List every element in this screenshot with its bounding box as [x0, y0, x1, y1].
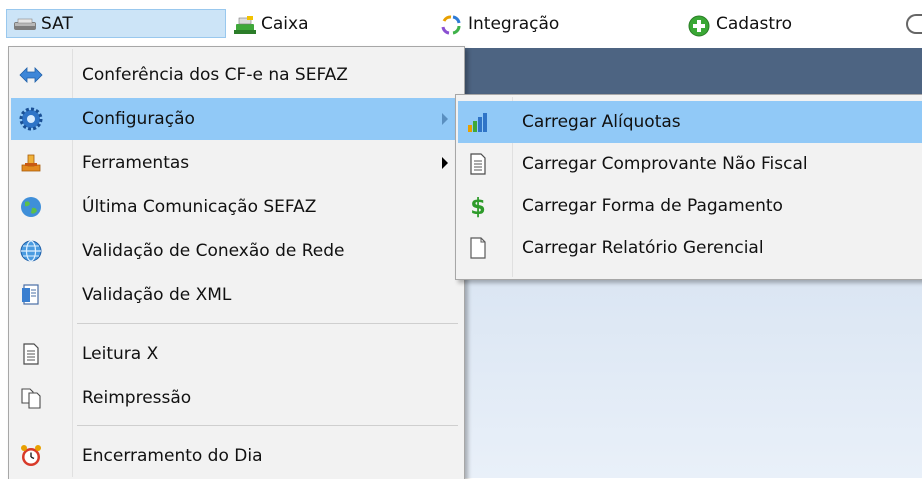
gear-icon	[19, 107, 43, 131]
menu-item-label: Validação de XML	[82, 285, 232, 305]
menu-integracao-label: Integração	[468, 13, 560, 34]
partial-icon	[906, 13, 922, 34]
menu-item-conferencia[interactable]: Conferência dos CF-e na SEFAZ	[11, 54, 462, 96]
submenu-item-carregar-relatorio[interactable]: Carregar Relatório Gerencial	[458, 227, 922, 269]
copy-documents-icon	[19, 386, 43, 410]
svg-text:$: $	[470, 195, 485, 218]
menu-item-label: Última Comunicação SEFAZ	[82, 197, 317, 217]
network-globe-icon	[19, 239, 43, 263]
integration-icon	[440, 15, 462, 34]
arrows-exchange-icon	[19, 63, 43, 87]
menu-item-leitura-x[interactable]: Leitura X	[11, 333, 462, 375]
menu-item-label: Validação de Conexão de Rede	[82, 241, 345, 261]
menu-item-validacao-xml[interactable]: Validação de XML	[11, 274, 462, 316]
blank-document-icon	[466, 236, 490, 260]
menu-sat[interactable]: SAT	[6, 9, 226, 38]
add-green-icon	[688, 15, 710, 36]
menu-item-configuracao[interactable]: Configuração	[11, 98, 462, 140]
submenu-item-label: Carregar Forma de Pagamento	[522, 196, 783, 216]
menu-separator	[77, 323, 458, 324]
cash-register-icon	[233, 15, 256, 34]
menu-item-label: Configuração	[82, 109, 195, 129]
menu-separator	[77, 425, 458, 426]
menu-cadastro-label: Cadastro	[716, 13, 793, 34]
submenu-item-carregar-forma-pagamento[interactable]: $ Carregar Forma de Pagamento	[458, 185, 922, 227]
xml-document-icon	[19, 283, 43, 307]
menu-item-label: Leitura X	[82, 344, 159, 364]
menu-item-reimpressao[interactable]: Reimpressão	[11, 377, 462, 419]
sat-printer-icon	[13, 15, 36, 33]
submenu-arrow-icon	[442, 113, 448, 125]
bar-chart-icon	[466, 110, 490, 134]
window-left-edge	[0, 48, 8, 478]
menu-sat-label: SAT	[41, 13, 73, 34]
dollar-icon: $	[466, 194, 490, 218]
submenu-item-carregar-aliquotas[interactable]: Carregar Alíquotas	[458, 101, 922, 143]
menu-item-label: Reimpressão	[82, 388, 192, 408]
menu-item-label: Conferência dos CF-e na SEFAZ	[82, 65, 348, 85]
menu-item-ultima-comunicacao[interactable]: Última Comunicação SEFAZ	[11, 186, 462, 228]
menu-caixa[interactable]: Caixa	[233, 9, 309, 38]
menu-more-partial[interactable]	[906, 9, 922, 38]
tools-icon	[19, 151, 43, 175]
submenu-item-carregar-comprovante[interactable]: Carregar Comprovante Não Fiscal	[458, 143, 922, 185]
globe-icon	[19, 195, 43, 219]
menu-cadastro[interactable]: Cadastro	[688, 9, 792, 38]
alarm-clock-icon	[19, 444, 43, 468]
document-icon	[19, 342, 43, 366]
submenu-item-label: Carregar Relatório Gerencial	[522, 238, 764, 258]
menu-item-label: Encerramento do Dia	[82, 446, 263, 466]
menu-caixa-label: Caixa	[261, 13, 309, 34]
menu-item-label: Ferramentas	[82, 153, 190, 173]
menu-item-ferramentas[interactable]: Ferramentas	[11, 142, 462, 184]
submenu-item-label: Carregar Alíquotas	[522, 112, 681, 132]
submenu-arrow-icon	[442, 157, 448, 169]
menu-item-validacao-conexao[interactable]: Validação de Conexão de Rede	[11, 230, 462, 272]
submenu-item-label: Carregar Comprovante Não Fiscal	[522, 154, 808, 174]
menu-integracao[interactable]: Integração	[440, 9, 559, 38]
configuracao-submenu: Carregar Alíquotas Carregar Comprovante …	[455, 94, 922, 280]
menu-item-encerramento[interactable]: Encerramento do Dia	[11, 435, 462, 477]
document-lines-icon	[466, 152, 490, 176]
menu-bar: SAT Caixa Integração Cadastro	[0, 0, 922, 46]
sat-dropdown-menu: Conferência dos CF-e na SEFAZ Configuraç…	[8, 46, 465, 479]
